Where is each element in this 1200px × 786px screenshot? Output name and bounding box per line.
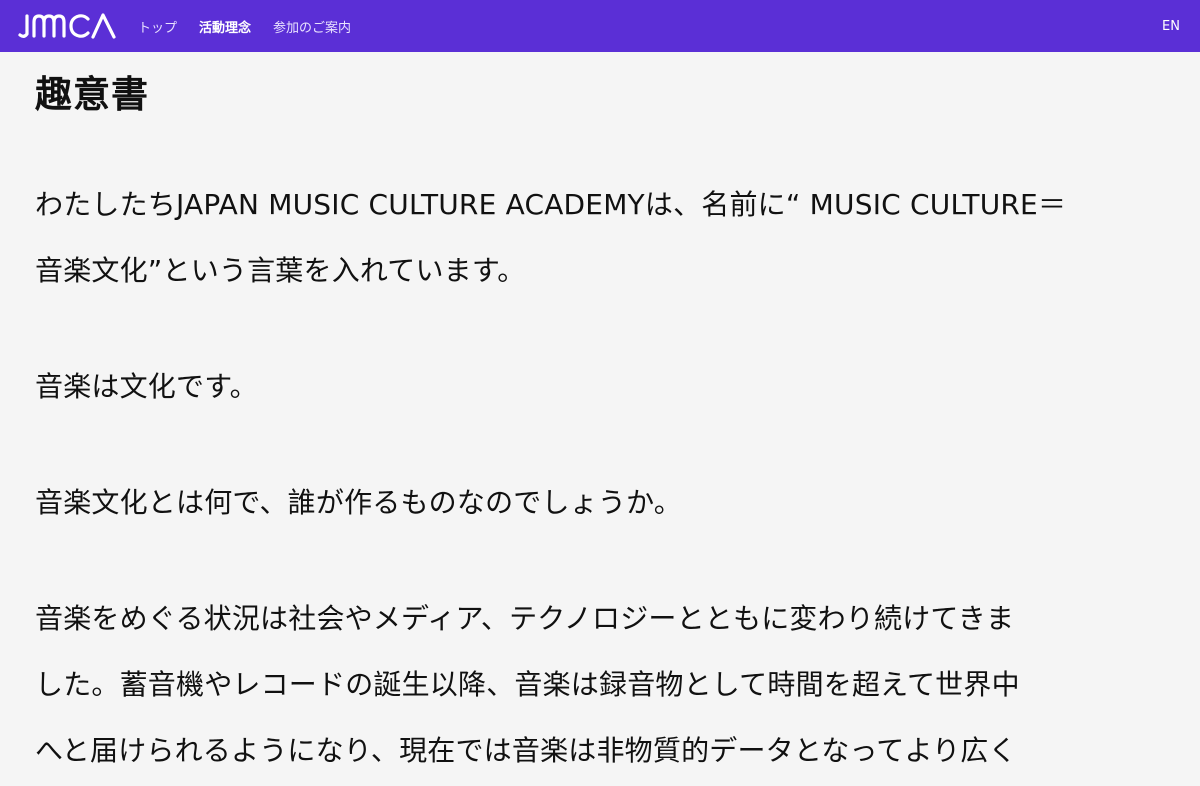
main-nav: トップ 活動理念 参加のご案内 [138, 17, 351, 36]
main-content: 趣意書 わたしたちJAPAN MUSIC CULTURE ACADEMYは、名前… [35, 52, 1170, 784]
paragraph-history: 音楽をめぐる状況は社会やメディア、テクノロジーとともに変わり続けてきま した。蓄… [35, 586, 1170, 784]
paragraph-music-is-culture: 音楽は文化です。 [35, 354, 1170, 420]
nav-link-philosophy[interactable]: 活動理念 [199, 17, 251, 36]
paragraph-line: へと届けられるようになり、現在では音楽は非物質的データとなってより広く [35, 734, 1017, 767]
nav-link-top[interactable]: トップ [138, 17, 177, 36]
paragraph-line: した。蓄音機やレコードの誕生以降、音楽は録音物として時間を超えて世界中 [35, 668, 1020, 701]
jmca-logo[interactable] [18, 0, 120, 52]
paragraph-intro: わたしたちJAPAN MUSIC CULTURE ACADEMYは、名前に“ M… [35, 172, 1170, 304]
language-switch-en[interactable]: EN [1162, 19, 1182, 34]
paragraph-line: 音楽文化とは何で、誰が作るものなのでしょうか。 [35, 486, 682, 519]
paragraph-line: わたしたちJAPAN MUSIC CULTURE ACADEMYは、名前に“ M… [35, 188, 1067, 221]
paragraph-line: 音楽は文化です。 [35, 370, 258, 403]
jmca-logo-mark [18, 13, 116, 39]
nav-link-participation[interactable]: 参加のご案内 [273, 17, 351, 36]
paragraph-question: 音楽文化とは何で、誰が作るものなのでしょうか。 [35, 470, 1170, 536]
top-navbar: トップ 活動理念 参加のご案内 EN [0, 0, 1200, 52]
paragraph-line: 音楽をめぐる状況は社会やメディア、テクノロジーとともに変わり続けてきま [35, 602, 1015, 635]
paragraph-line: 音楽文化”という言葉を入れています。 [35, 254, 526, 287]
page-title: 趣意書 [35, 73, 149, 116]
